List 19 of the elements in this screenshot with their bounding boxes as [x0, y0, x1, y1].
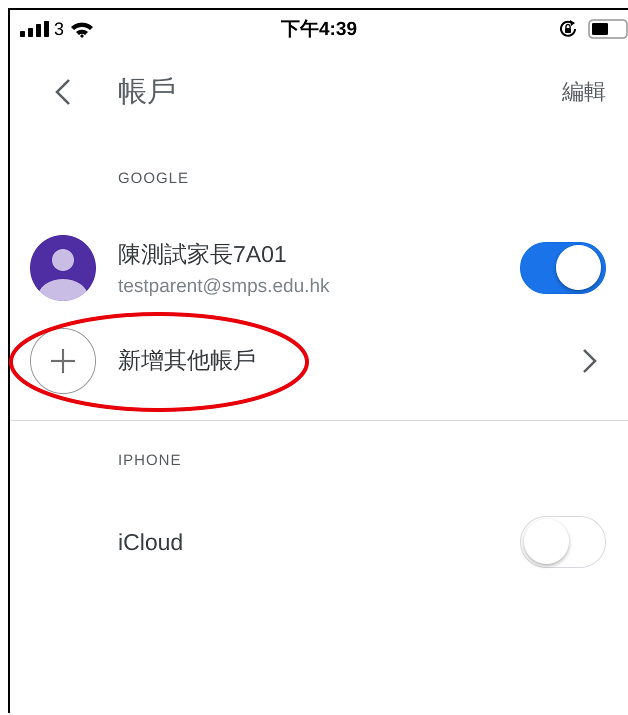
wifi-icon: [70, 20, 94, 38]
battery-icon: [588, 19, 628, 39]
section-header: GOOGLE: [117, 169, 190, 189]
plus-icon: [30, 328, 96, 394]
section-header: IPHONE: [117, 451, 183, 471]
chevron-right-icon[interactable]: [582, 348, 598, 374]
status-time: 下午4:39: [280, 19, 358, 40]
add-account-label[interactable]: 新增其他帳戶: [118, 345, 256, 376]
edit-button[interactable]: 編輯: [562, 76, 606, 106]
toggle-switch[interactable]: [520, 242, 606, 294]
signal-icon: [20, 21, 50, 37]
carrier-label: 3: [54, 18, 64, 40]
avatar-icon: [30, 235, 96, 301]
account-name: 陳測試家長7A01: [118, 240, 288, 268]
account-label: iCloud: [118, 528, 184, 556]
back-button[interactable]: [54, 78, 72, 106]
account-email: testparent@smps.edu.hk: [118, 276, 330, 298]
page-title: 帳戶: [118, 74, 176, 110]
rotation-lock-icon: [558, 19, 578, 39]
